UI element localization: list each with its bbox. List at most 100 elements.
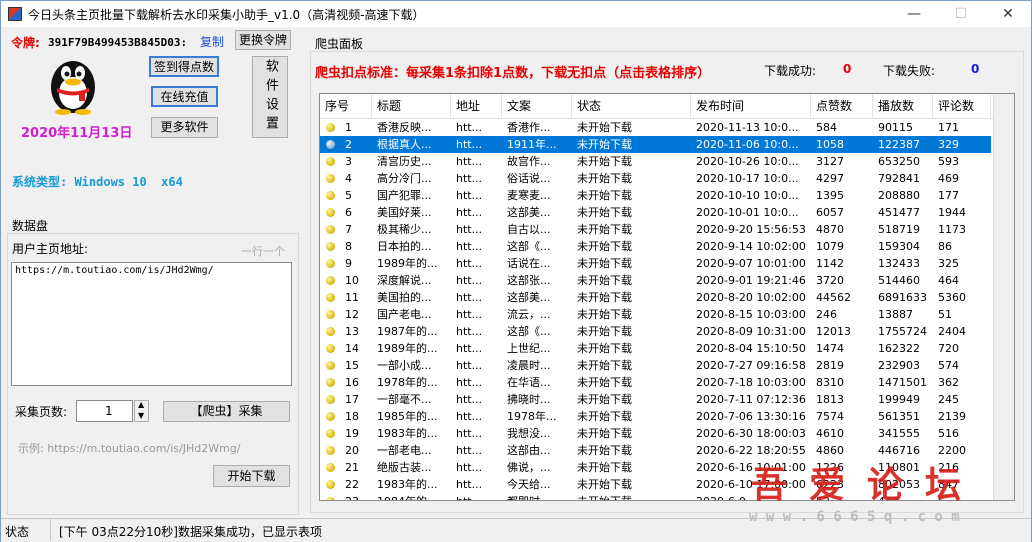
table-row[interactable]: 7 极其稀少... htt... 自古以... 未开始下载 2020-9-20 15:56…: [320, 221, 991, 238]
table-row[interactable]: 14 1989年的... htt... 上世纪... 未开始下载 2020-8-04 15…: [320, 340, 991, 357]
cell-copy: 这部《...: [507, 325, 551, 338]
close-button[interactable]: ✕: [985, 1, 1031, 27]
url-textarea-value: https://m.toutiao.com/is/JHd2Wmg/: [15, 265, 214, 276]
cell-id: 19: [345, 427, 359, 440]
column-header-time[interactable]: 发布时间: [691, 94, 811, 119]
table-row[interactable]: 15 一部小成... htt... 凌晨时... 未开始下载 2020-7-27 09:1…: [320, 357, 991, 374]
title-bar: 今日头条主页批量下载解析去水印采集小助手_v1.0（高清视频-高速下载） — ☐…: [1, 1, 1031, 27]
pages-input[interactable]: 1: [76, 400, 133, 422]
column-header-id[interactable]: 序号: [320, 94, 372, 119]
app-window: 今日头条主页批量下载解析去水印采集小助手_v1.0（高清视频-高速下载） — ☐…: [0, 0, 1032, 542]
column-header-comments[interactable]: 评论数: [933, 94, 991, 119]
change-token-button[interactable]: 更换令牌: [235, 30, 291, 50]
cell-comments: 469: [938, 172, 959, 185]
cell-id: 1: [345, 121, 352, 134]
minimize-button[interactable]: —: [891, 1, 937, 27]
table-row[interactable]: 19 1983年的... htt... 我想没... 未开始下载 2020-6-30 18…: [320, 425, 991, 442]
table-row[interactable]: 12 国产老电... htt... 流云，... 未开始下载 2020-8-15 10:0…: [320, 306, 991, 323]
column-header-status[interactable]: 状态: [572, 94, 691, 119]
table-row[interactable]: 5 国产犯罪... htt... 麦寒麦... 未开始下载 2020-10-10 10:0…: [320, 187, 991, 204]
column-header-title[interactable]: 标题: [372, 94, 451, 119]
table-row[interactable]: 2 根据真人... htt... 1911年... 未开始下载 2020-11-06 10…: [320, 136, 991, 153]
table-row[interactable]: 13 1987年的... htt... 这部《... 未开始下载 2020-8-09 10…: [320, 323, 991, 340]
cell-time: 2020-8-15 10:03:00: [696, 308, 806, 321]
table-row[interactable]: 9 1989年的... htt... 话说在... 未开始下载 2020-9-07 10:…: [320, 255, 991, 272]
stepper-down-icon[interactable]: ▼: [138, 411, 144, 420]
cell-status: 未开始下载: [577, 478, 632, 491]
cell-status: 未开始下载: [572, 493, 691, 500]
cell-comments: 329: [938, 138, 959, 151]
cell-url: htt...: [456, 223, 483, 236]
cell-likes: 8310: [816, 376, 844, 389]
cell-comments: 325: [938, 257, 959, 270]
signin-button[interactable]: 签到得点数: [149, 56, 219, 77]
row-status-icon: [326, 412, 335, 421]
stepper-up-icon[interactable]: ▲: [138, 400, 144, 409]
settings-button[interactable]: 软件设置: [252, 56, 288, 138]
cell-title: 清宫历史...: [377, 155, 432, 168]
cell-id: 5: [345, 189, 352, 202]
cell-plays: 561351: [878, 410, 920, 423]
cell-id: 3: [345, 155, 352, 168]
row-status-icon: [326, 395, 335, 404]
row-status-icon: [326, 446, 335, 455]
cell-status: 未开始下载: [577, 359, 632, 372]
table-row[interactable]: 6 美国好莱... htt... 这部美... 未开始下载 2020-10-01 10:0…: [320, 204, 991, 221]
recharge-button[interactable]: 在线充值: [151, 86, 218, 107]
cell-copy: 在华语...: [507, 376, 551, 389]
cell-comments: 516: [938, 427, 959, 440]
table-row[interactable]: 18 1985年的... htt... 1978年... 未开始下载 2020-7-06 …: [320, 408, 991, 425]
table-row[interactable]: 17 一部毫不... htt... 拂晓时... 未开始下载 2020-7-11 07:1…: [320, 391, 991, 408]
cell-plays: 1755724: [878, 325, 927, 338]
more-software-button[interactable]: 更多软件: [151, 117, 218, 138]
cell-copy: 自古以...: [507, 223, 551, 236]
maximize-button[interactable]: ☐: [938, 1, 984, 27]
row-status-icon: [326, 497, 335, 500]
results-table[interactable]: 序号 标题 地址 文案 状态 发布时间 点赞数 播放数 评论数 1 香港反映... htt... 香港…: [319, 93, 1015, 501]
table-row[interactable]: 3 清宫历史... htt... 故宫作... 未开始下载 2020-10-26 10:0…: [320, 153, 991, 170]
row-status-icon: [326, 259, 335, 268]
start-download-button[interactable]: 开始下载: [213, 465, 290, 487]
cell-status: 未开始下载: [577, 427, 632, 440]
column-header-likes[interactable]: 点赞数: [811, 94, 873, 119]
cell-copy: 1911年...: [507, 138, 557, 151]
cell-copy: 上世纪...: [507, 342, 551, 355]
cell-time: 2020-6-30 18:00:03: [696, 427, 806, 440]
cell-copy: 拂晓时...: [507, 393, 551, 406]
cell-id: 23: [340, 493, 372, 500]
pages-stepper[interactable]: ▲ ▼: [134, 400, 149, 422]
column-header-plays[interactable]: 播放数: [873, 94, 933, 119]
url-label: 用户主页地址:: [12, 242, 89, 256]
cell-time: 2020-10-10 10:0...: [696, 189, 799, 202]
table-row[interactable]: 10 深度解说... htt... 这部张... 未开始下载 2020-9-01 19:2…: [320, 272, 991, 289]
table-row[interactable]: 4 高分冷门... htt... 俗话说... 未开始下载 2020-10-17 10:0…: [320, 170, 991, 187]
cell-title: 1989年的...: [377, 342, 438, 355]
table-scrollbar[interactable]: [993, 94, 1014, 500]
cell-time: 2020-7-06 13:30:16: [696, 410, 806, 423]
window-title: 今日头条主页批量下载解析去水印采集小助手_v1.0（高清视频-高速下载）: [28, 7, 425, 22]
column-header-copy[interactable]: 文案: [502, 94, 572, 119]
cell-comments: 5360: [938, 291, 966, 304]
cell-url: htt...: [456, 121, 483, 134]
cell-status: 未开始下载: [577, 308, 632, 321]
fail-count: 0: [971, 62, 980, 76]
cell-time: 2020-7-11 07:12:36: [696, 393, 806, 406]
table-row[interactable]: 16 1978年的... htt... 在华语... 未开始下载 2020-7-18 10…: [320, 374, 991, 391]
watermark-url: w w w . 6 6 6 5 q . c o m: [749, 509, 960, 525]
cell-plays: 199949: [878, 393, 920, 406]
cell-likes: 1813: [816, 393, 844, 406]
row-status-icon: [326, 157, 335, 166]
cell-likes: 6057: [816, 206, 844, 219]
crawl-button[interactable]: 【爬虫】采集: [163, 401, 290, 422]
penguin-icon: [51, 61, 95, 115]
app-icon: [8, 7, 22, 21]
cell-title: 绝版古装...: [377, 461, 432, 474]
table-row[interactable]: 1 香港反映... htt... 香港作... 未开始下载 2020-11-13 10:0…: [320, 119, 991, 136]
table-row[interactable]: 8 日本拍的... htt... 这部《... 未开始下载 2020-9-14 10:02…: [320, 238, 991, 255]
copy-token-link[interactable]: 复制: [200, 33, 224, 50]
url-textarea[interactable]: https://m.toutiao.com/is/JHd2Wmg/: [11, 262, 292, 386]
table-row[interactable]: 11 美国拍的... htt... 这部美... 未开始下载 2020-8-20 10:0…: [320, 289, 991, 306]
column-header-url[interactable]: 地址: [451, 94, 502, 119]
cell-comments: 1173: [938, 223, 966, 236]
cell-url: htt...: [456, 393, 483, 406]
